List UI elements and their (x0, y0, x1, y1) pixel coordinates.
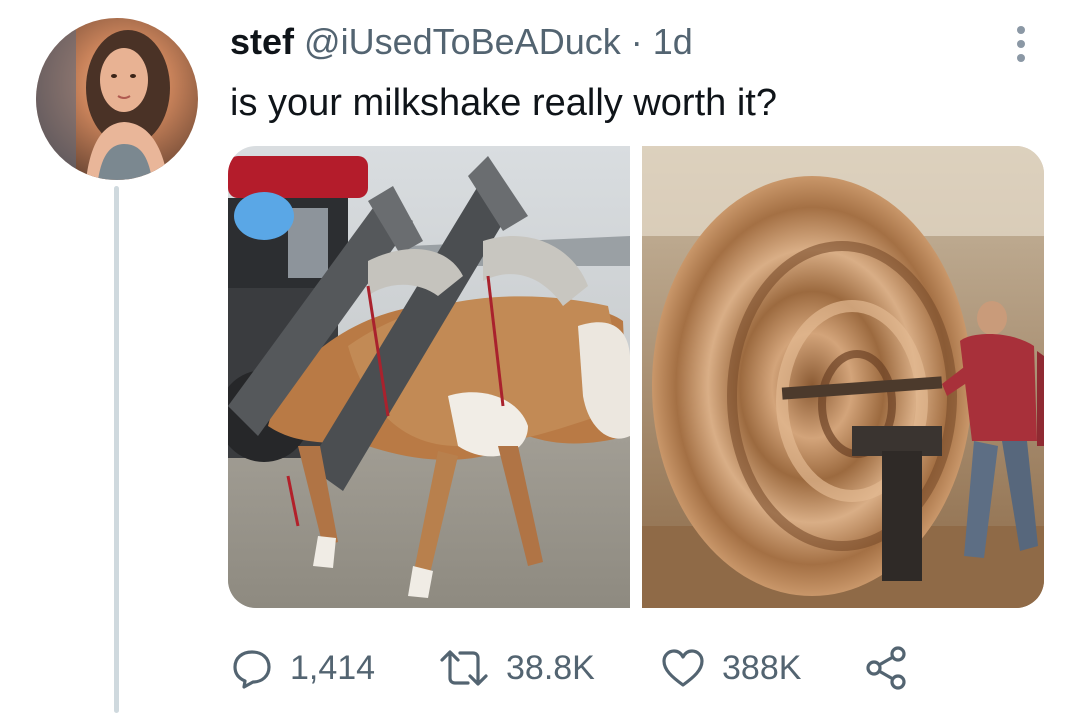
reply-count: 1,414 (290, 648, 376, 687)
user-handle[interactable]: @iUsedToBeADuck (304, 21, 621, 62)
share-icon (866, 646, 906, 690)
reply-button[interactable]: 1,414 (230, 640, 375, 696)
separator-dot: · (630, 21, 643, 62)
retweet-count: 38.8K (506, 648, 595, 687)
photo-cows-harness[interactable] (228, 146, 630, 608)
share-button[interactable] (862, 640, 910, 696)
reply-icon (233, 650, 271, 689)
display-name[interactable]: stef (230, 21, 294, 62)
avatar[interactable] (36, 18, 198, 180)
timestamp[interactable]: 1d (653, 21, 693, 62)
retweet-icon (440, 650, 488, 686)
tweet-actions: 1,414 38.8K 388K (230, 640, 1030, 696)
like-button[interactable]: 388K (660, 640, 801, 696)
more-icon[interactable] (1006, 22, 1036, 66)
retweet-button[interactable]: 38.8K (438, 640, 595, 696)
photo-lathe[interactable] (642, 146, 1044, 608)
tweet-header: stef @iUsedToBeADuck · 1d (230, 20, 693, 64)
heart-icon (662, 649, 704, 687)
tweet-text: is your milkshake really worth it? (230, 82, 777, 124)
thread-line (114, 186, 119, 713)
media-grid (228, 146, 1044, 608)
like-count: 388K (722, 648, 802, 687)
